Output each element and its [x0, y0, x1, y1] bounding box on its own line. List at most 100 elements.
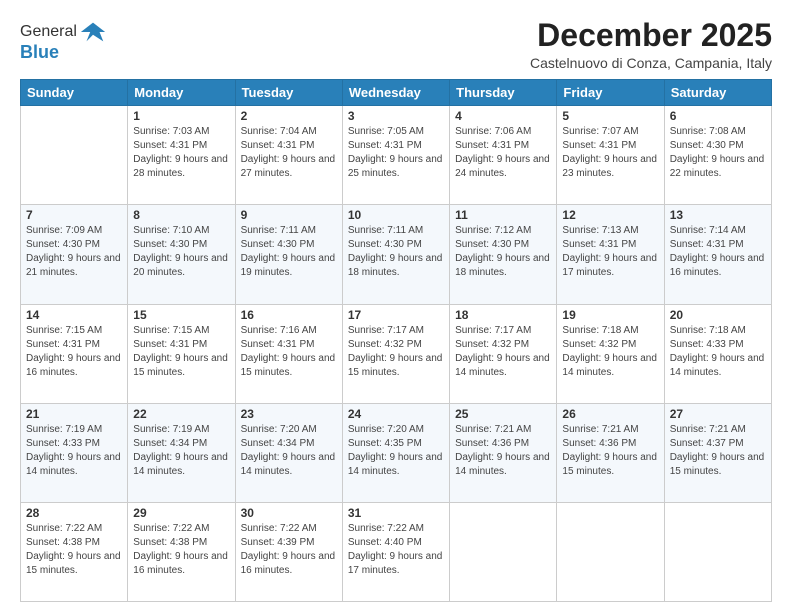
day-number: 10 [348, 208, 444, 222]
day-info: Sunrise: 7:12 AMSunset: 4:30 PMDaylight:… [455, 224, 551, 280]
day-info: Sunrise: 7:08 AMSunset: 4:30 PMDaylight:… [670, 125, 766, 181]
column-header-sunday: Sunday [21, 80, 128, 106]
calendar-cell: 24Sunrise: 7:20 AMSunset: 4:35 PMDayligh… [342, 403, 449, 502]
day-info: Sunrise: 7:03 AMSunset: 4:31 PMDaylight:… [133, 125, 229, 181]
day-info: Sunrise: 7:22 AMSunset: 4:40 PMDaylight:… [348, 522, 444, 578]
calendar-cell: 15 Sunrise: 7:15 AMSunset: 4:31 PMDayligh… [128, 304, 235, 403]
day-number: 23 [241, 407, 337, 421]
day-number: 4 [455, 109, 551, 123]
calendar-cell: 6 Sunrise: 7:08 AMSunset: 4:30 PMDaylight… [664, 106, 771, 205]
day-info: Sunrise: 7:21 AMSunset: 4:36 PMDaylight:… [562, 423, 658, 479]
day-info: Sunrise: 7:19 AMSunset: 4:33 PMDaylight:… [26, 423, 122, 479]
day-info: Sunrise: 7:18 AMSunset: 4:33 PMDaylight:… [670, 324, 766, 380]
column-header-saturday: Saturday [664, 80, 771, 106]
day-number: 15 [133, 308, 229, 322]
calendar-cell: 13 Sunrise: 7:14 AMSunset: 4:31 PMDayligh… [664, 205, 771, 304]
day-info: Sunrise: 7:17 AMSunset: 4:32 PMDaylight:… [348, 324, 444, 380]
calendar-cell: 17 Sunrise: 7:17 AMSunset: 4:32 PMDayligh… [342, 304, 449, 403]
calendar-cell: 30 Sunrise: 7:22 AMSunset: 4:39 PMDayligh… [235, 502, 342, 601]
calendar-cell: 11 Sunrise: 7:12 AMSunset: 4:30 PMDayligh… [450, 205, 557, 304]
calendar-cell: 9Sunrise: 7:11 AMSunset: 4:30 PMDaylight… [235, 205, 342, 304]
day-number: 29 [133, 506, 229, 520]
location: Castelnuovo di Conza, Campania, Italy [530, 55, 772, 71]
day-info: Sunrise: 7:13 AMSunset: 4:31 PMDaylight:… [562, 224, 658, 280]
day-number: 27 [670, 407, 766, 421]
day-number: 5 [562, 109, 658, 123]
day-info: Sunrise: 7:06 AMSunset: 4:31 PMDaylight:… [455, 125, 551, 181]
calendar-cell: 28 Sunrise: 7:22 AMSunset: 4:38 PMDayligh… [21, 502, 128, 601]
day-info: Sunrise: 7:15 AMSunset: 4:31 PMDaylight:… [26, 324, 122, 380]
day-info: Sunrise: 7:11 AMSunset: 4:30 PMDaylight:… [348, 224, 444, 280]
calendar-cell: 18 Sunrise: 7:17 AMSunset: 4:32 PMDayligh… [450, 304, 557, 403]
calendar-week-row: 21 Sunrise: 7:19 AMSunset: 4:33 PMDayligh… [21, 403, 772, 502]
day-info: Sunrise: 7:09 AMSunset: 4:30 PMDaylight:… [26, 224, 122, 280]
calendar-cell: 23 Sunrise: 7:20 AMSunset: 4:34 PMDayligh… [235, 403, 342, 502]
day-info: Sunrise: 7:16 AMSunset: 4:31 PMDaylight:… [241, 324, 337, 380]
day-info: Sunrise: 7:22 AMSunset: 4:38 PMDaylight:… [26, 522, 122, 578]
calendar-cell: 2Sunrise: 7:04 AMSunset: 4:31 PMDaylight… [235, 106, 342, 205]
day-number: 8 [133, 208, 229, 222]
calendar-cell: 29Sunrise: 7:22 AMSunset: 4:38 PMDayligh… [128, 502, 235, 601]
calendar-cell: 19 Sunrise: 7:18 AMSunset: 4:32 PMDayligh… [557, 304, 664, 403]
calendar-header-row: SundayMondayTuesdayWednesdayThursdayFrid… [21, 80, 772, 106]
day-info: Sunrise: 7:20 AMSunset: 4:34 PMDaylight:… [241, 423, 337, 479]
day-info: Sunrise: 7:11 AMSunset: 4:30 PMDaylight:… [241, 224, 337, 280]
day-number: 26 [562, 407, 658, 421]
day-info: Sunrise: 7:18 AMSunset: 4:32 PMDaylight:… [562, 324, 658, 380]
day-number: 19 [562, 308, 658, 322]
day-number: 1 [133, 109, 229, 123]
day-number: 14 [26, 308, 122, 322]
day-number: 7 [26, 208, 122, 222]
day-number: 30 [241, 506, 337, 520]
day-info: Sunrise: 7:17 AMSunset: 4:32 PMDaylight:… [455, 324, 551, 380]
day-info: Sunrise: 7:21 AMSunset: 4:37 PMDaylight:… [670, 423, 766, 479]
day-number: 18 [455, 308, 551, 322]
calendar-cell: 27 Sunrise: 7:21 AMSunset: 4:37 PMDayligh… [664, 403, 771, 502]
calendar-cell: 10 Sunrise: 7:11 AMSunset: 4:30 PMDayligh… [342, 205, 449, 304]
day-info: Sunrise: 7:05 AMSunset: 4:31 PMDaylight:… [348, 125, 444, 181]
column-header-monday: Monday [128, 80, 235, 106]
day-number: 21 [26, 407, 122, 421]
day-number: 17 [348, 308, 444, 322]
day-number: 6 [670, 109, 766, 123]
calendar-cell: 20Sunrise: 7:18 AMSunset: 4:33 PMDayligh… [664, 304, 771, 403]
calendar-cell: 16Sunrise: 7:16 AMSunset: 4:31 PMDayligh… [235, 304, 342, 403]
logo-general-text: General [20, 23, 77, 41]
calendar-cell: 4 Sunrise: 7:06 AMSunset: 4:31 PMDaylight… [450, 106, 557, 205]
calendar-cell: 3 Sunrise: 7:05 AMSunset: 4:31 PMDaylight… [342, 106, 449, 205]
calendar-cell: 8 Sunrise: 7:10 AMSunset: 4:30 PMDaylight… [128, 205, 235, 304]
calendar-week-row: 1 Sunrise: 7:03 AMSunset: 4:31 PMDaylight… [21, 106, 772, 205]
month-title: December 2025 [530, 18, 772, 53]
day-number: 2 [241, 109, 337, 123]
day-number: 11 [455, 208, 551, 222]
calendar-cell: 21 Sunrise: 7:19 AMSunset: 4:33 PMDayligh… [21, 403, 128, 502]
day-number: 28 [26, 506, 122, 520]
day-info: Sunrise: 7:21 AMSunset: 4:36 PMDaylight:… [455, 423, 551, 479]
header: General Blue December 2025 Castelnuovo d… [20, 18, 772, 71]
calendar-cell [450, 502, 557, 601]
calendar-cell [21, 106, 128, 205]
calendar-cell: 25Sunrise: 7:21 AMSunset: 4:36 PMDayligh… [450, 403, 557, 502]
calendar-week-row: 7 Sunrise: 7:09 AMSunset: 4:30 PMDaylight… [21, 205, 772, 304]
calendar-cell [664, 502, 771, 601]
column-header-thursday: Thursday [450, 80, 557, 106]
day-number: 13 [670, 208, 766, 222]
logo-bird-icon [79, 18, 107, 46]
column-header-friday: Friday [557, 80, 664, 106]
day-info: Sunrise: 7:15 AMSunset: 4:31 PMDaylight:… [133, 324, 229, 380]
day-info: Sunrise: 7:19 AMSunset: 4:34 PMDaylight:… [133, 423, 229, 479]
day-info: Sunrise: 7:14 AMSunset: 4:31 PMDaylight:… [670, 224, 766, 280]
calendar-cell: 31 Sunrise: 7:22 AMSunset: 4:40 PMDayligh… [342, 502, 449, 601]
calendar-cell: 5Sunrise: 7:07 AMSunset: 4:31 PMDaylight… [557, 106, 664, 205]
day-info: Sunrise: 7:10 AMSunset: 4:30 PMDaylight:… [133, 224, 229, 280]
calendar-cell: 26 Sunrise: 7:21 AMSunset: 4:36 PMDayligh… [557, 403, 664, 502]
day-number: 22 [133, 407, 229, 421]
day-number: 12 [562, 208, 658, 222]
calendar-week-row: 28 Sunrise: 7:22 AMSunset: 4:38 PMDayligh… [21, 502, 772, 601]
day-number: 3 [348, 109, 444, 123]
day-number: 31 [348, 506, 444, 520]
day-info: Sunrise: 7:22 AMSunset: 4:39 PMDaylight:… [241, 522, 337, 578]
calendar-cell: 1 Sunrise: 7:03 AMSunset: 4:31 PMDaylight… [128, 106, 235, 205]
calendar-cell: 14 Sunrise: 7:15 AMSunset: 4:31 PMDayligh… [21, 304, 128, 403]
calendar-cell: 22 Sunrise: 7:19 AMSunset: 4:34 PMDayligh… [128, 403, 235, 502]
